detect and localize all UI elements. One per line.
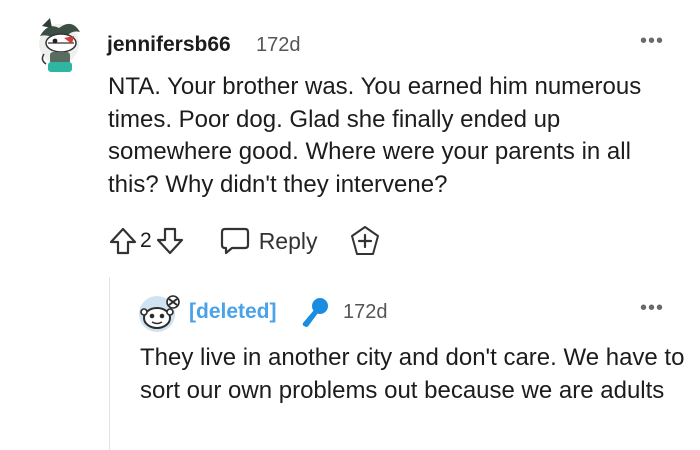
comment-actions: 2 Reply	[108, 222, 382, 260]
more-options-button[interactable]: •••	[640, 31, 664, 51]
comment-username[interactable]: jennifersb66	[107, 33, 231, 57]
reply-button[interactable]: Reply	[219, 226, 318, 256]
microphone-icon	[302, 298, 328, 327]
reply-more-options-button[interactable]: •••	[640, 298, 664, 318]
arrow-down-icon[interactable]	[155, 226, 185, 256]
vote-count: 2	[140, 229, 152, 252]
reply-body: They live in another city and don't care…	[140, 344, 685, 404]
reply-label: Reply	[258, 227, 318, 254]
comment-timestamp[interactable]: 172d	[256, 34, 301, 57]
speech-bubble-icon	[220, 227, 249, 255]
reply-username[interactable]: [deleted]	[189, 300, 277, 324]
arrow-up-icon[interactable]	[108, 226, 138, 256]
snoo-avatar-icon[interactable]	[137, 293, 183, 333]
comment-body: NTA. Your brother was. You earned him nu…	[108, 73, 642, 198]
thread-line[interactable]	[109, 277, 110, 450]
reply-timestamp[interactable]: 172d	[343, 301, 388, 324]
award-plus-icon[interactable]	[348, 224, 382, 258]
fish-avatar-icon[interactable]	[34, 14, 84, 76]
